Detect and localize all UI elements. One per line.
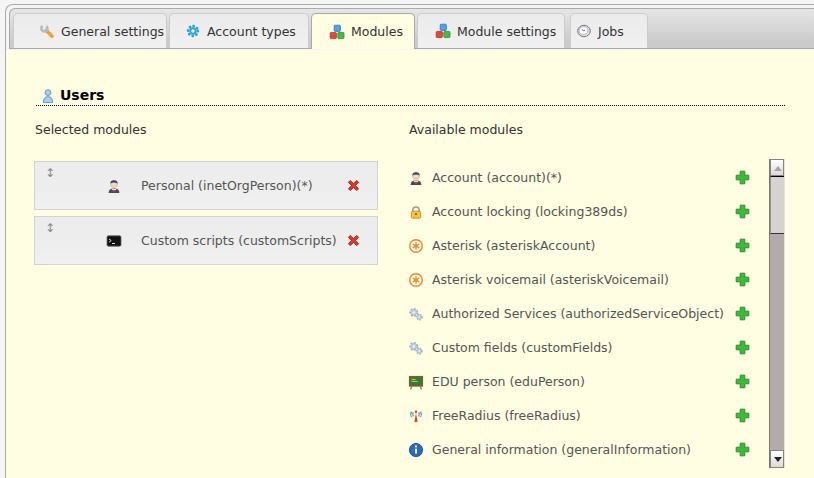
- add-icon[interactable]: [734, 407, 751, 424]
- info-icon: [408, 442, 424, 458]
- delete-icon[interactable]: [345, 232, 362, 249]
- available-module-row: Asterisk (asteriskAccount): [405, 229, 761, 263]
- available-module-row: Account (account)(*): [405, 161, 761, 195]
- available-module-row: Custom fields (customFields): [405, 331, 761, 365]
- drag-handle-icon[interactable]: ↕: [45, 221, 55, 235]
- module-settings-icon: [435, 23, 451, 39]
- selected-module-custom-scripts: ↕ Custom scripts (customScripts): [34, 216, 378, 265]
- add-icon[interactable]: [734, 305, 751, 322]
- gears-icon: [408, 340, 424, 356]
- add-icon[interactable]: [734, 237, 751, 254]
- add-icon[interactable]: [734, 339, 751, 356]
- modules-icon: [329, 24, 345, 40]
- selected-module-label: Custom scripts (customScripts): [141, 217, 337, 264]
- available-module-row: General information (generalInformation): [405, 433, 761, 467]
- tab-label: General settings: [61, 24, 164, 39]
- available-module-label: Account locking (locking389ds): [432, 195, 628, 229]
- delete-icon[interactable]: [345, 177, 362, 194]
- available-module-label: General information (generalInformation): [432, 433, 691, 467]
- scrollbar-thumb[interactable]: [770, 176, 784, 234]
- section-divider: [36, 105, 785, 106]
- available-modules-scrollbar[interactable]: [769, 159, 785, 468]
- selected-modules-heading: Selected modules: [35, 122, 147, 138]
- jobs-icon: [576, 23, 592, 39]
- available-module-label: FreeRadius (freeRadius): [432, 399, 581, 433]
- scrollbar-down-button[interactable]: [770, 450, 784, 468]
- available-module-label: Custom fields (customFields): [432, 331, 612, 365]
- modules-tab-content: Users Selected modules Available modules…: [6, 50, 814, 478]
- scroll-up-icon: [774, 166, 782, 171]
- available-modules-heading: Available modules: [409, 122, 523, 138]
- person-icon: [106, 178, 122, 194]
- available-module-label: Authorized Services (authorizedServiceOb…: [432, 297, 724, 331]
- asterisk-icon: [408, 238, 424, 254]
- wrench-icon: [39, 23, 55, 39]
- tab-account-types[interactable]: Account types: [169, 13, 309, 48]
- tab-label: Module settings: [457, 24, 556, 39]
- add-icon[interactable]: [734, 271, 751, 288]
- tab-module-settings[interactable]: Module settings: [417, 13, 565, 48]
- selected-module-personal: ↕ Personal (inetOrgPerson)(*): [34, 161, 378, 210]
- person-icon: [408, 170, 424, 186]
- available-module-label: Account (account)(*): [432, 161, 562, 195]
- section-title: Users: [60, 86, 104, 104]
- available-module-row: EDU person (eduPerson): [405, 365, 761, 399]
- tab-modules[interactable]: Modules: [311, 13, 415, 49]
- tab-label: Account types: [207, 24, 296, 39]
- add-icon[interactable]: [734, 441, 751, 458]
- available-module-label: Asterisk voicemail (asteriskVoicemail): [432, 263, 669, 297]
- user-icon: [40, 88, 56, 104]
- available-module-label: EDU person (eduPerson): [432, 365, 585, 399]
- tab-label: Modules: [351, 24, 403, 39]
- tab-label: Jobs: [598, 24, 624, 39]
- chalkboard-icon: [408, 374, 424, 390]
- configuration-page: General settings Account types Modules: [5, 4, 814, 478]
- available-module-label: Asterisk (asteriskAccount): [432, 229, 595, 263]
- account-types-icon: [185, 23, 201, 39]
- available-module-row: Asterisk voicemail (asteriskVoicemail): [405, 263, 761, 297]
- antenna-icon: [408, 408, 424, 424]
- available-module-row: FreeRadius (freeRadius): [405, 399, 761, 433]
- selected-module-label: Personal (inetOrgPerson)(*): [141, 162, 313, 209]
- add-icon[interactable]: [734, 203, 751, 220]
- tab-jobs[interactable]: Jobs: [570, 13, 648, 48]
- scroll-down-icon: [774, 457, 782, 462]
- asterisk-icon: [408, 272, 424, 288]
- add-icon[interactable]: [734, 373, 751, 390]
- tab-general-settings[interactable]: General settings: [13, 13, 167, 48]
- tab-bar: General settings Account types Modules: [9, 8, 814, 49]
- gears-icon: [408, 306, 424, 322]
- terminal-icon: [106, 233, 122, 249]
- add-icon[interactable]: [734, 169, 751, 186]
- available-module-row: Authorized Services (authorizedServiceOb…: [405, 297, 761, 331]
- drag-handle-icon[interactable]: ↕: [45, 166, 55, 180]
- lock-icon: [408, 204, 424, 220]
- available-module-row: Account locking (locking389ds): [405, 195, 761, 229]
- scrollbar-up-button[interactable]: [770, 159, 784, 176]
